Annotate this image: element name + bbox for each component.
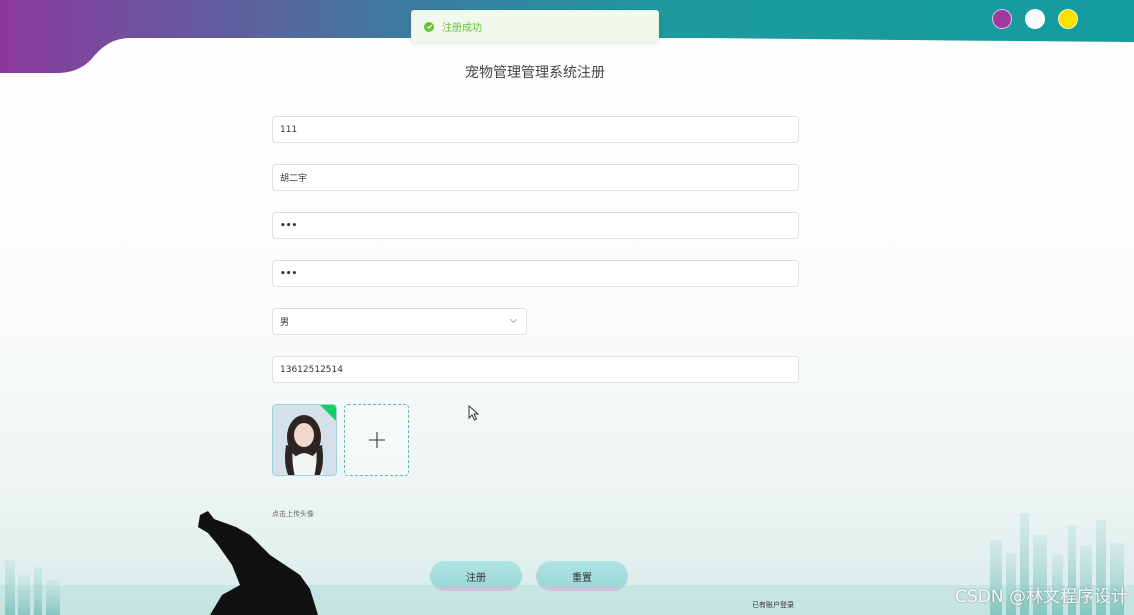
- login-link[interactable]: 已有账户登录: [752, 600, 794, 610]
- yellow-dot: [1058, 9, 1078, 29]
- name-input[interactable]: 胡二宇: [272, 164, 799, 191]
- phone-value: 13612512514: [280, 364, 343, 375]
- account-value: 111: [280, 124, 298, 135]
- phone-input[interactable]: 13612512514: [272, 356, 799, 383]
- toast-message: 注册成功: [442, 23, 482, 34]
- account-input[interactable]: 111: [272, 116, 799, 143]
- gender-select[interactable]: 男: [272, 308, 527, 335]
- selected-corner-badge: [320, 405, 336, 421]
- register-button[interactable]: 注册: [430, 561, 522, 591]
- confirm-password-input[interactable]: •••: [272, 260, 799, 287]
- gender-value: 男: [280, 318, 290, 328]
- plus-icon: [368, 432, 385, 448]
- reset-button[interactable]: 重置: [536, 561, 628, 591]
- watermark: CSDN @林文程序设计: [955, 587, 1128, 607]
- upload-hint: 点击上传头像: [272, 510, 314, 518]
- mouse-cursor-icon: [468, 405, 480, 421]
- name-value: 胡二宇: [280, 174, 308, 184]
- purple-dot: [992, 9, 1012, 29]
- success-toast: 注册成功: [411, 10, 659, 43]
- password-input[interactable]: •••: [272, 212, 799, 239]
- password-value: •••: [280, 220, 298, 231]
- page-title: 宠物管理管理系统注册: [465, 65, 605, 81]
- white-dot: [1025, 9, 1045, 29]
- success-check-icon: [424, 21, 434, 32]
- avatar-preview[interactable]: [272, 404, 337, 476]
- confirm-password-value: •••: [280, 268, 298, 279]
- window-dots: [992, 9, 1078, 29]
- avatar-upload-button[interactable]: [344, 404, 409, 476]
- chevron-down-icon: [509, 317, 518, 327]
